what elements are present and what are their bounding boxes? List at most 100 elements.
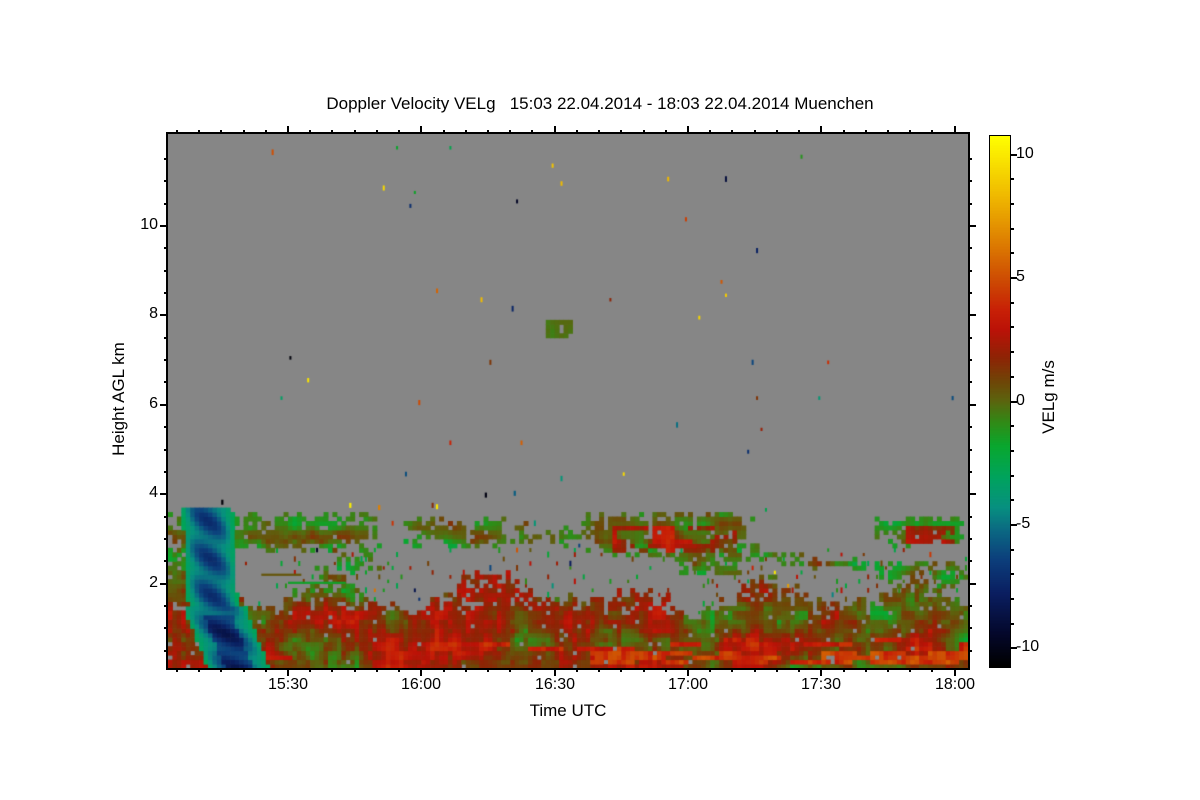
x-axis-minor-tick xyxy=(443,130,445,134)
x-axis-minor-tick xyxy=(709,668,711,672)
x-axis-minor-tick xyxy=(598,130,600,134)
y-axis-minor-tick xyxy=(164,337,168,339)
x-axis-title: Time UTC xyxy=(529,701,607,720)
x-axis-major-tick xyxy=(554,668,556,676)
x-axis-minor-tick xyxy=(265,668,267,672)
x-axis-major-tick xyxy=(820,668,822,676)
y-axis-major-tick xyxy=(968,583,976,585)
x-axis-minor-tick xyxy=(620,130,622,134)
x-axis-minor-tick xyxy=(487,668,489,672)
x-axis-minor-tick xyxy=(220,668,222,672)
colorbar-minor-tick xyxy=(1011,252,1014,254)
y-axis-major-tick xyxy=(160,225,168,227)
y-axis-minor-tick xyxy=(968,449,972,451)
x-axis-minor-tick xyxy=(465,668,467,672)
y-tick-label: 8 xyxy=(149,305,158,322)
x-axis-major-tick xyxy=(287,126,289,134)
x-axis-minor-tick xyxy=(665,668,667,672)
y-axis-minor-tick xyxy=(164,426,168,428)
colorbar-tick-label: 0 xyxy=(1016,392,1025,409)
y-tick-label: 10 xyxy=(140,216,158,233)
colorbar-minor-tick xyxy=(1011,549,1014,551)
x-axis-minor-tick xyxy=(509,668,511,672)
y-axis-major-tick xyxy=(968,404,976,406)
y-axis-minor-tick xyxy=(968,627,972,629)
chart-title: Doppler Velocity VELg 15:03 22.04.2014 -… xyxy=(326,94,874,113)
y-axis-minor-tick xyxy=(968,605,972,607)
y-axis-minor-tick xyxy=(968,538,972,540)
doppler-velocity-figure: Doppler Velocity VELg 15:03 22.04.2014 -… xyxy=(0,0,1200,800)
y-axis-major-tick xyxy=(160,314,168,316)
x-axis-minor-tick xyxy=(309,130,311,134)
y-axis-minor-tick xyxy=(968,381,972,383)
x-axis-minor-tick xyxy=(776,668,778,672)
y-axis-minor-tick xyxy=(164,449,168,451)
y-axis-minor-tick xyxy=(164,270,168,272)
colorbar-minor-tick xyxy=(1011,228,1014,230)
y-axis-minor-tick xyxy=(164,158,168,160)
x-axis-minor-tick xyxy=(843,668,845,672)
x-axis-minor-tick xyxy=(376,668,378,672)
y-axis-minor-tick xyxy=(164,247,168,249)
y-axis-major-tick xyxy=(968,314,976,316)
x-axis-major-tick xyxy=(287,668,289,676)
y-axis-minor-tick xyxy=(164,180,168,182)
x-tick-label: 17:30 xyxy=(800,676,842,693)
x-axis-minor-tick xyxy=(620,668,622,672)
colorbar-minor-tick xyxy=(1011,302,1014,304)
y-axis-title: Height AGL km xyxy=(109,342,128,456)
x-axis-minor-tick xyxy=(243,668,245,672)
y-axis-minor-tick xyxy=(968,650,972,652)
x-axis-minor-tick xyxy=(398,668,400,672)
x-axis-major-tick xyxy=(420,668,422,676)
x-axis-minor-tick xyxy=(176,130,178,134)
x-axis-minor-tick xyxy=(754,130,756,134)
x-axis-minor-tick xyxy=(487,130,489,134)
y-axis-minor-tick xyxy=(968,516,972,518)
colorbar-minor-tick xyxy=(1011,178,1014,180)
y-axis-minor-tick xyxy=(968,337,972,339)
y-axis-minor-tick xyxy=(968,359,972,361)
y-axis-minor-tick xyxy=(164,560,168,562)
colorbar-tick-label: 10 xyxy=(1016,145,1034,162)
x-axis-minor-tick xyxy=(576,668,578,672)
colorbar-minor-tick xyxy=(1011,326,1014,328)
y-axis-major-tick xyxy=(968,493,976,495)
x-axis-minor-tick xyxy=(754,668,756,672)
x-axis-minor-tick xyxy=(576,130,578,134)
x-axis-major-tick xyxy=(954,668,956,676)
x-axis-minor-tick xyxy=(443,668,445,672)
colorbar-minor-tick xyxy=(1011,351,1014,353)
x-axis-minor-tick xyxy=(531,130,533,134)
x-axis-minor-tick xyxy=(909,130,911,134)
y-axis-minor-tick xyxy=(164,627,168,629)
colorbar-minor-tick xyxy=(1011,203,1014,205)
y-axis-minor-tick xyxy=(164,203,168,205)
x-axis-minor-tick xyxy=(176,668,178,672)
x-axis-minor-tick xyxy=(798,130,800,134)
y-tick-label: 2 xyxy=(149,574,158,591)
x-axis-minor-tick xyxy=(731,130,733,134)
colorbar-canvas xyxy=(990,136,1010,667)
y-axis-minor-tick xyxy=(164,650,168,652)
y-axis-minor-tick xyxy=(164,292,168,294)
x-axis-minor-tick xyxy=(331,668,333,672)
x-axis-minor-tick xyxy=(331,130,333,134)
x-axis-minor-tick xyxy=(776,130,778,134)
x-axis-minor-tick xyxy=(354,668,356,672)
colorbar-minor-tick xyxy=(1011,376,1014,378)
x-tick-label: 17:00 xyxy=(667,676,709,693)
y-axis-minor-tick xyxy=(164,359,168,361)
y-axis-minor-tick xyxy=(164,471,168,473)
y-axis-minor-tick xyxy=(164,381,168,383)
x-tick-label: 18:00 xyxy=(934,676,976,693)
x-axis-minor-tick xyxy=(220,130,222,134)
x-axis-minor-tick xyxy=(643,668,645,672)
y-axis-minor-tick xyxy=(164,538,168,540)
x-axis-major-tick xyxy=(687,668,689,676)
x-axis-major-tick xyxy=(820,126,822,134)
x-axis-minor-tick xyxy=(531,668,533,672)
x-axis-minor-tick xyxy=(376,130,378,134)
y-axis-minor-tick xyxy=(968,471,972,473)
y-axis-minor-tick xyxy=(968,270,972,272)
